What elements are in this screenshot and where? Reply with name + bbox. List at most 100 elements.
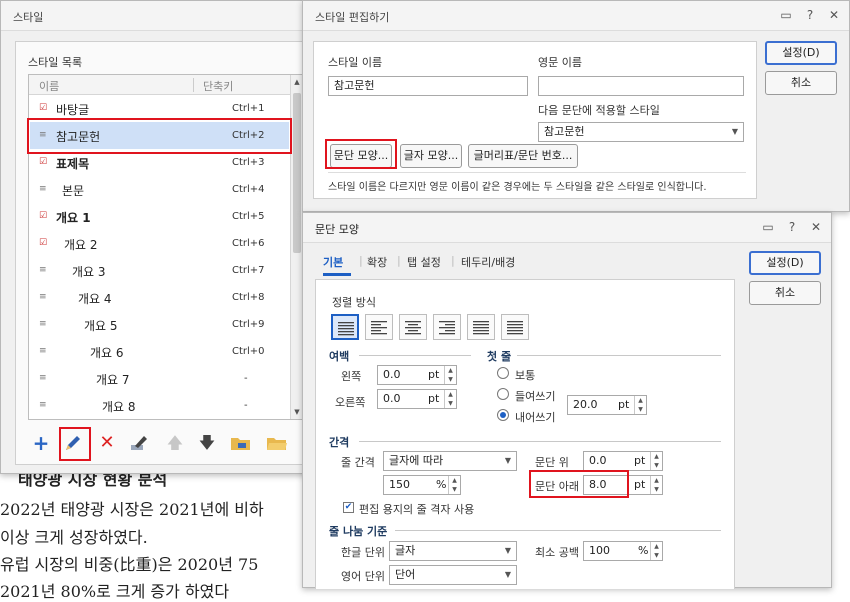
first-line-value-field[interactable]: 20.0 pt ▲ ▼ <box>567 395 647 415</box>
tab-basic[interactable]: 기본 <box>323 254 343 270</box>
spin-arrows-icon[interactable]: ▲ ▼ <box>650 452 662 470</box>
spin-arrows-icon[interactable]: ▲ ▼ <box>448 476 460 494</box>
title-icons: ▭ ? ✕ <box>779 8 841 22</box>
style-edit-dialog: 스타일 편집하기 ▭ ? ✕ 스타일 이름 참고문헌 영문 이름 다음 문단에 … <box>302 0 850 212</box>
unit-label: pt <box>634 454 646 467</box>
spin-arrows-icon[interactable]: ▲ ▼ <box>634 396 646 414</box>
paragraph-title: 문단 모양 <box>315 223 359 236</box>
above-field[interactable]: 0.0 pt ▲ ▼ <box>583 451 663 471</box>
first-outdent-label: 내어쓰기 <box>515 411 556 424</box>
paragraph-cancel-button[interactable]: 취소 <box>749 281 821 305</box>
distribute-align-icon[interactable] <box>467 314 495 340</box>
style-item-name: 개요 8 <box>102 400 136 414</box>
style-list-item[interactable]: ≡ 개요 6 Ctrl+0 <box>30 338 289 365</box>
comment-icon[interactable]: ▭ <box>761 220 775 234</box>
style-item-shortcut: Ctrl+1 <box>232 103 265 114</box>
col-name-header[interactable]: 이름 <box>39 78 59 94</box>
delete-icon[interactable]: ✕ <box>95 431 119 455</box>
justify-align-icon[interactable] <box>331 314 359 340</box>
bullet-number-button[interactable]: 글머리표/문단 번호... <box>468 144 578 168</box>
edit-ok-button[interactable]: 설정(D) <box>765 41 837 65</box>
min-space-field[interactable]: 100 % ▲ ▼ <box>583 541 663 561</box>
first-outdent-radio[interactable] <box>497 409 509 421</box>
edit-cancel-button[interactable]: 취소 <box>765 71 837 95</box>
style-list-item[interactable]: ≡ 개요 8 - <box>30 392 289 419</box>
next-style-select[interactable]: 참고문헌 ▼ <box>538 122 744 142</box>
header-divider <box>193 78 194 92</box>
unit-label: pt <box>428 368 440 381</box>
hangul-unit-label: 한글 단위 <box>341 546 385 559</box>
next-style-value: 참고문헌 <box>544 125 585 138</box>
move-down-icon[interactable]: 🡇 <box>195 431 219 455</box>
english-name-field[interactable] <box>538 76 744 96</box>
close-icon[interactable]: ✕ <box>809 220 823 234</box>
chevron-down-icon: ▼ <box>504 546 511 555</box>
spin-arrows-icon[interactable]: ▲ ▼ <box>444 366 456 384</box>
left-margin-field[interactable]: 0.0 pt ▲ ▼ <box>377 365 457 385</box>
style-list-item[interactable]: ≡ 본문 Ctrl+4 <box>30 176 289 203</box>
close-icon[interactable]: ✕ <box>827 8 841 22</box>
style-list-item[interactable]: ☑ 개요 1 Ctrl+5 <box>30 203 289 230</box>
style-dialog-titlebar[interactable]: 스타일 <box>1 1 317 31</box>
move-up-icon[interactable]: 🡅 <box>163 431 187 455</box>
style-name-field[interactable]: 참고문헌 <box>328 76 528 96</box>
split-align-icon[interactable] <box>501 314 529 340</box>
spin-arrows-icon[interactable]: ▲ ▼ <box>650 542 662 560</box>
first-normal-radio[interactable] <box>497 367 509 379</box>
scroll-thumb[interactable] <box>293 93 301 253</box>
linebreak-section-line <box>395 530 721 531</box>
comment-icon[interactable]: ▭ <box>779 8 793 22</box>
style-list-item[interactable]: ≡ 개요 5 Ctrl+9 <box>30 311 289 338</box>
style-dialog-title: 스타일 <box>13 11 44 24</box>
paragraph-style-checked-icon: ☑ <box>39 238 48 248</box>
paragraph-titlebar[interactable]: 문단 모양 ▭ ? ✕ <box>303 213 831 243</box>
style-list-item[interactable]: ≡ 개요 4 Ctrl+8 <box>30 284 289 311</box>
unit-label: pt <box>428 392 440 405</box>
style-item-name: 본문 <box>62 184 85 198</box>
style-item-shortcut: Ctrl+3 <box>232 157 265 168</box>
right-margin-field[interactable]: 0.0 pt ▲ ▼ <box>377 389 457 409</box>
help-icon[interactable]: ? <box>785 220 799 234</box>
paragraph-ok-button[interactable]: 설정(D) <box>749 251 821 275</box>
style-item-name: 개요 5 <box>84 319 118 333</box>
next-style-label: 다음 문단에 적용할 스타일 <box>538 104 660 117</box>
tab-extended[interactable]: 확장 <box>367 254 387 270</box>
add-icon[interactable]: + <box>29 431 53 455</box>
open-folder-icon[interactable] <box>265 431 289 455</box>
edit-style-icon[interactable] <box>127 431 151 455</box>
style-list-item[interactable]: ≡ 개요 7 - <box>30 365 289 392</box>
selected-style-highlight <box>27 118 292 154</box>
style-item-shortcut: - <box>244 373 248 384</box>
first-line-value: 20.0 <box>573 398 598 411</box>
style-item-shortcut: - <box>244 400 248 411</box>
open-folder-style-icon[interactable] <box>229 431 253 455</box>
char-shape-button[interactable]: 글자 모양... <box>400 144 462 168</box>
help-icon[interactable]: ? <box>803 8 817 22</box>
hangul-unit-select[interactable]: 글자 ▼ <box>389 541 517 561</box>
style-item-shortcut: Ctrl+9 <box>232 319 265 330</box>
right-align-icon[interactable] <box>433 314 461 340</box>
style-list-item[interactable]: ☑ 개요 2 Ctrl+6 <box>30 230 289 257</box>
tab-tab-settings[interactable]: 탭 설정 <box>407 254 441 270</box>
line-spacing-label: 줄 간격 <box>341 456 375 469</box>
col-shortcut-header[interactable]: 단축키 <box>203 78 233 94</box>
spin-arrows-icon[interactable]: ▲ ▼ <box>650 476 662 494</box>
tab-separator: | <box>397 254 401 267</box>
unit-label: pt <box>618 398 630 411</box>
first-indent-label: 들여쓰기 <box>515 390 556 403</box>
line-spacing-value-field[interactable]: 150 % ▲ ▼ <box>383 475 461 495</box>
paragraph-style-checked-icon: ☑ <box>39 211 48 221</box>
paragraph-style-icon: ≡ <box>39 265 47 275</box>
english-unit-select[interactable]: 단어 ▼ <box>389 565 517 585</box>
style-edit-titlebar[interactable]: 스타일 편집하기 ▭ ? ✕ <box>303 1 849 31</box>
grid-checkbox[interactable]: ✔ <box>343 502 354 513</box>
tab-border-background[interactable]: 테두리/배경 <box>461 254 515 270</box>
first-indent-radio[interactable] <box>497 388 509 400</box>
left-align-icon[interactable] <box>365 314 393 340</box>
line-spacing-type-select[interactable]: 글자에 따라 ▼ <box>383 451 517 471</box>
spin-arrows-icon[interactable]: ▲ ▼ <box>444 390 456 408</box>
style-list-item[interactable]: ≡ 개요 3 Ctrl+7 <box>30 257 289 284</box>
style-edit-panel: 스타일 이름 참고문헌 영문 이름 다음 문단에 적용할 스타일 참고문헌 ▼ … <box>313 41 757 199</box>
style-item-name: 바탕글 <box>56 103 90 117</box>
center-align-icon[interactable] <box>399 314 427 340</box>
